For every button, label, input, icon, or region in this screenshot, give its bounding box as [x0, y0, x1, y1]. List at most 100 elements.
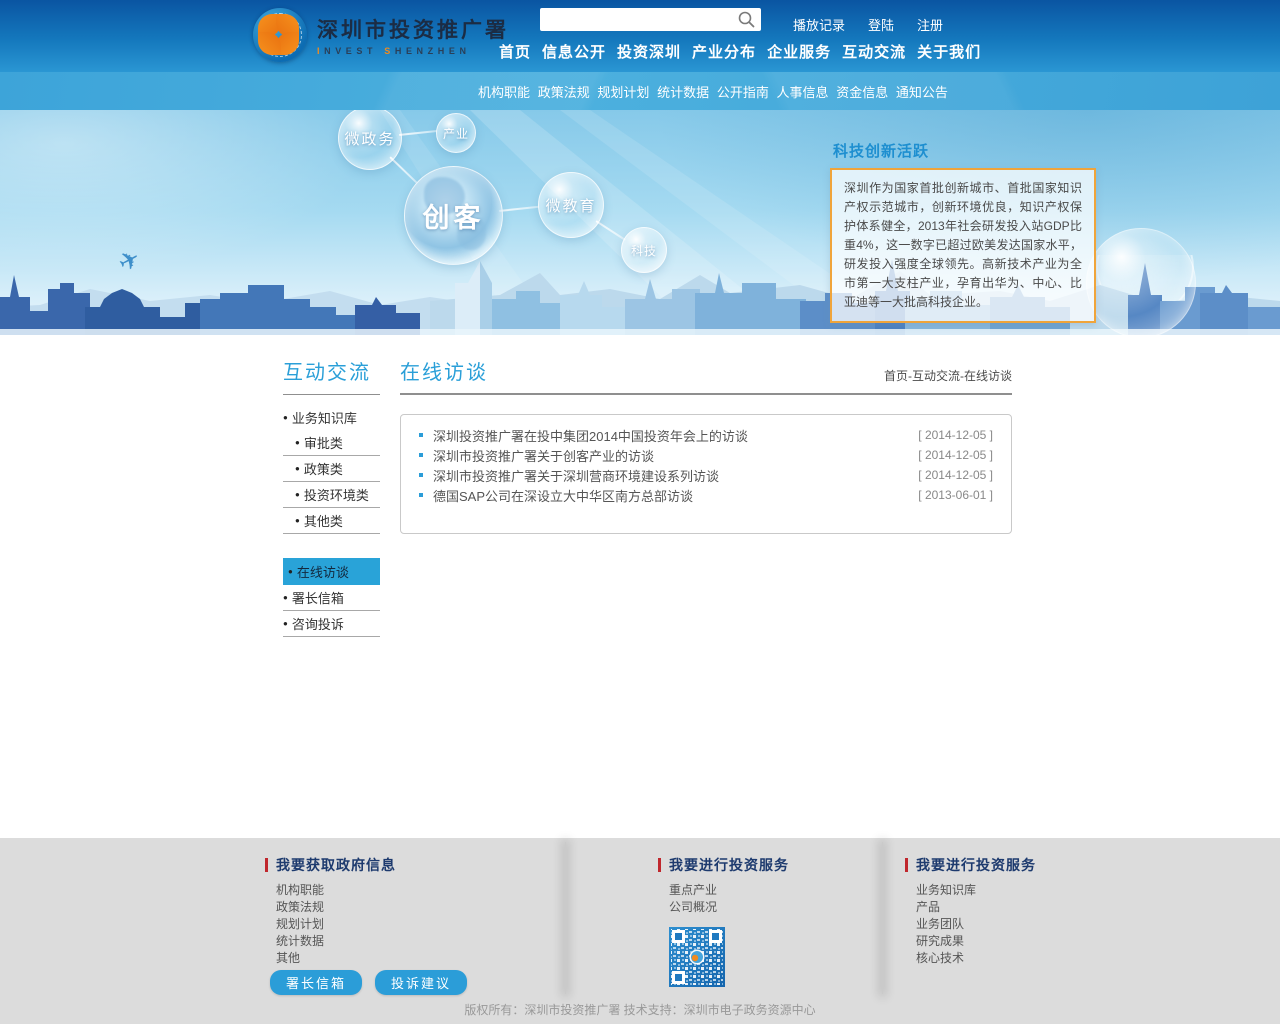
subnav-policies-regulations[interactable]: 政策法规: [538, 82, 590, 101]
logo-title: 深圳市投资推广署: [317, 14, 509, 44]
feature-panel: 科技创新活跃 深圳作为国家首批创新城市、首批国家知识产权示范城市，创新环境优良，…: [830, 140, 1096, 323]
footer-link-products[interactable]: 产品: [916, 901, 1115, 914]
sidebar-item-online-interview[interactable]: ●在线访谈: [283, 558, 380, 585]
sidebar-item-policy[interactable]: ●政策类: [283, 456, 380, 482]
sidebar-item-approval[interactable]: ●审批类: [283, 430, 380, 456]
footer-column-title: 我要获取政府信息: [265, 855, 515, 875]
sidebar-item-knowledge-base[interactable]: ●业务知识库: [283, 405, 380, 430]
hero-banner: ✈ 微政务 产业 创客 微教育 科技 科技创新活跃 深圳作为国家首批创新城市、首…: [0, 110, 1280, 335]
footer-column-title: 我要进行投资服务: [905, 855, 1115, 875]
bubble-maker[interactable]: 创客: [404, 166, 503, 265]
footer-link-other[interactable]: 其他: [276, 952, 515, 965]
logo-text: 深圳市投资推广署 INVEST SHENZHEN: [317, 14, 509, 56]
article-link[interactable]: 德国SAP公司在深设立大中华区南方总部访谈: [433, 486, 918, 505]
director-mailbox-button[interactable]: 署长信箱: [270, 970, 362, 995]
footer-link-statistics[interactable]: 统计数据: [276, 935, 515, 948]
article-list: 深圳投资推广署在投中集团2014中国投资年会上的访谈 [ 2014-12-05 …: [400, 414, 1012, 534]
bullet-icon: ●: [295, 516, 300, 525]
sidebar-title: 互动交流: [283, 362, 380, 395]
article-row: 德国SAP公司在深设立大中华区南方总部访谈 [ 2013-06-01 ]: [419, 485, 993, 505]
utility-login-link[interactable]: 登陆: [868, 15, 894, 34]
logo-subtitle-shenzhen: SHENZHEN: [384, 46, 470, 56]
square-bullet-icon: [419, 493, 423, 497]
red-bar-icon: [265, 858, 268, 872]
utility-play-history-link[interactable]: 播放记录: [793, 15, 845, 34]
footer-link-knowledge-base[interactable]: 业务知识库: [916, 884, 1115, 897]
nav-about-us[interactable]: 关于我们: [917, 41, 981, 62]
footer-link-business-team[interactable]: 业务团队: [916, 918, 1115, 931]
feature-title: 科技创新活跃: [833, 140, 1096, 161]
utility-register-link[interactable]: 注册: [917, 15, 943, 34]
decorative-bubble: [1086, 228, 1196, 335]
footer-column-title: 我要进行投资服务: [658, 855, 873, 875]
subnav-statistics[interactable]: 统计数据: [657, 82, 709, 101]
footer-link-core-technology[interactable]: 核心技术: [916, 952, 1115, 965]
sidebar-spacer: [283, 534, 380, 558]
footer-link-research-results[interactable]: 研究成果: [916, 935, 1115, 948]
bubble-label: 微教育: [545, 195, 596, 216]
nav-invest-shenzhen[interactable]: 投资深圳: [617, 41, 681, 62]
logo-subtitle-invest: INVEST: [317, 46, 377, 56]
square-bullet-icon: [419, 433, 423, 437]
site-logo[interactable]: 深圳市投资推广署 INVEST SHENZHEN: [253, 8, 509, 62]
complaint-suggestion-button[interactable]: 投诉建议: [375, 970, 467, 995]
feature-body: 深圳作为国家首批创新城市、首批国家知识产权示范城市，创新环境优良，知识产权保护体…: [844, 179, 1082, 312]
search-icon[interactable]: [737, 10, 756, 29]
nav-home[interactable]: 首页: [499, 41, 531, 62]
nav-info-disclosure[interactable]: 信息公开: [542, 41, 606, 62]
article-date: [ 2013-06-01 ]: [918, 488, 993, 502]
bubble-label: 产业: [443, 125, 469, 142]
content-header: 在线访谈 首页-互动交流-在线访谈: [400, 362, 1012, 395]
invest-shenzhen-page: 深圳市投资推广署 INVEST SHENZHEN 播放记录 登陆 注册 首页 信…: [0, 0, 1280, 1024]
subnav-funding-info[interactable]: 资金信息: [836, 82, 888, 101]
footer-link-planning[interactable]: 规划计划: [276, 918, 515, 931]
sidebar-item-consult-complaint[interactable]: ●咨询投诉: [283, 611, 380, 637]
bullet-icon: ●: [288, 567, 293, 576]
article-link[interactable]: 深圳市投资推广署关于创客产业的访谈: [433, 446, 918, 465]
bubble-industry[interactable]: 产业: [436, 113, 476, 153]
sidebar-item-other[interactable]: ●其他类: [283, 508, 380, 534]
bullet-icon: ●: [295, 464, 300, 473]
bubble-micro-education[interactable]: 微教育: [538, 172, 604, 238]
subnav-disclosure-guide[interactable]: 公开指南: [717, 82, 769, 101]
footer-links: 机构职能 政策法规 规划计划 统计数据 其他: [265, 884, 515, 965]
breadcrumb[interactable]: 首页-互动交流-在线访谈: [884, 367, 1012, 384]
article-row: 深圳市投资推广署关于深圳营商环境建设系列访谈 [ 2014-12-05 ]: [419, 465, 993, 485]
nav-industry-distribution[interactable]: 产业分布: [692, 41, 756, 62]
footer-column-invest-service-1: 我要进行投资服务 重点产业 公司概况: [658, 855, 873, 987]
bubble-label: 微政务: [344, 128, 395, 149]
bullet-icon: ●: [283, 619, 288, 628]
sidebar-item-director-mailbox[interactable]: ●署长信箱: [283, 585, 380, 611]
sidebar-item-investment-environment[interactable]: ●投资环境类: [283, 482, 380, 508]
qr-code: [669, 927, 725, 987]
footer-link-company-profile[interactable]: 公司概况: [669, 901, 873, 914]
bubble-technology[interactable]: 科技: [621, 227, 667, 273]
subnav-planning[interactable]: 规划计划: [597, 82, 649, 101]
square-bullet-icon: [419, 453, 423, 457]
subnav-notices[interactable]: 通知公告: [896, 82, 948, 101]
footer-link-policies[interactable]: 政策法规: [276, 901, 515, 914]
site-footer: 我要获取政府信息 机构职能 政策法规 规划计划 统计数据 其他 我要进行投资服务…: [0, 838, 1280, 1024]
article-link[interactable]: 深圳投资推广署在投中集团2014中国投资年会上的访谈: [433, 426, 918, 445]
footer-link-key-industries[interactable]: 重点产业: [669, 884, 873, 897]
footer-link-org-functions[interactable]: 机构职能: [276, 884, 515, 897]
subnav-org-functions[interactable]: 机构职能: [478, 82, 530, 101]
article-date: [ 2014-12-05 ]: [918, 428, 993, 442]
site-header: 深圳市投资推广署 INVEST SHENZHEN 播放记录 登陆 注册 首页 信…: [0, 0, 1280, 72]
square-bullet-icon: [419, 473, 423, 477]
article-link[interactable]: 深圳市投资推广署关于深圳营商环境建设系列访谈: [433, 466, 918, 485]
page-title: 在线访谈: [400, 362, 488, 384]
footer-links: 重点产业 公司概况: [658, 884, 873, 914]
search-input[interactable]: [540, 8, 761, 31]
nav-interaction[interactable]: 互动交流: [842, 41, 906, 62]
feature-box: 深圳作为国家首批创新城市、首批国家知识产权示范城市，创新环境优良，知识产权保护体…: [830, 168, 1096, 323]
subnav-hr-info[interactable]: 人事信息: [777, 82, 829, 101]
main-nav: 首页 信息公开 投资深圳 产业分布 企业服务 互动交流 关于我们: [499, 41, 981, 62]
sidebar-menu: ●业务知识库 ●审批类 ●政策类 ●投资环境类 ●其他类 ●在线访谈 ●署长信箱: [283, 405, 380, 637]
footer-divider: [565, 842, 566, 994]
article-date: [ 2014-12-05 ]: [918, 448, 993, 462]
nav-enterprise-service[interactable]: 企业服务: [767, 41, 831, 62]
bubble-label: 科技: [631, 242, 657, 259]
footer-buttons: 署长信箱 投诉建议: [270, 970, 467, 995]
logo-badge-icon: [253, 8, 307, 62]
